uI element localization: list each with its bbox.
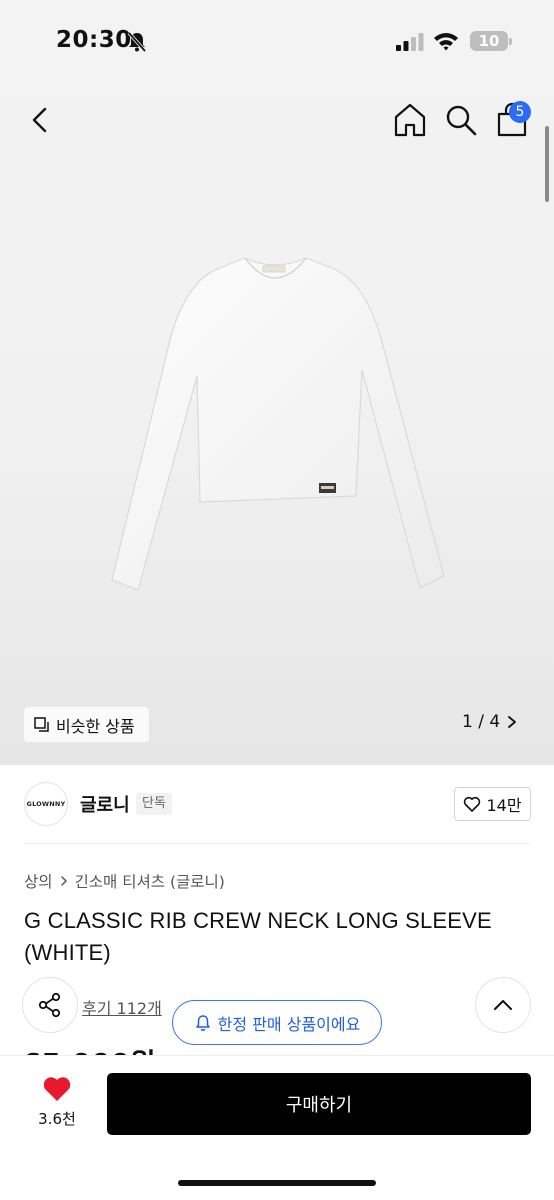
copy-icon [34, 716, 49, 732]
back-icon[interactable] [24, 104, 56, 136]
product-title: G CLASSIC RIB CREW NECK LONG SLEEVE (WHI… [24, 908, 492, 965]
limited-sale-notice[interactable]: 한정 판매 상품이에요 [172, 1000, 382, 1045]
battery-tip [509, 38, 512, 45]
breadcrumb: 상의 긴소매 티셔츠 (글로니) [24, 870, 225, 892]
signal-icon [396, 33, 424, 51]
similar-products-label: 비슷한 상품 [56, 716, 135, 736]
chevron-up-icon [494, 1000, 512, 1010]
cart-badge: 5 [509, 101, 531, 123]
chevron-right-icon [508, 716, 517, 728]
exclusive-badge: 단독 [136, 793, 172, 815]
share-button[interactable] [22, 977, 78, 1033]
limited-sale-label: 한정 판매 상품이에요 [217, 1014, 361, 1034]
product-price: 65,000원 [22, 1042, 156, 1056]
brand-like-count: 14만 [486, 796, 522, 815]
brand-name[interactable]: 글로니 [80, 791, 130, 817]
bell-slash-icon [127, 31, 147, 53]
wishlist-button[interactable]: 3.6천 [30, 1075, 84, 1129]
battery-icon: 10 [470, 31, 508, 51]
wifi-icon [434, 33, 458, 51]
brand-like-button[interactable]: 14만 [454, 787, 531, 821]
breadcrumb-subcategory[interactable]: 긴소매 티셔츠 (글로니) [75, 870, 225, 892]
status-bar: 20:30 10 [0, 0, 554, 84]
status-time: 20:30 [56, 27, 132, 53]
home-indicator [178, 1180, 376, 1186]
search-icon[interactable] [444, 103, 478, 137]
brand-logo[interactable]: GLOWNNY [24, 782, 68, 826]
scrollbar[interactable] [545, 126, 549, 202]
divider [24, 843, 530, 844]
share-icon [38, 992, 61, 1018]
similar-products-button[interactable]: 비슷한 상품 [24, 707, 149, 742]
brand-logo-text: GLOWNNY [26, 800, 66, 808]
gallery-counter[interactable]: 1 / 4 [462, 712, 518, 732]
buy-button[interactable]: 구매하기 [107, 1073, 531, 1135]
buy-button-label: 구매하기 [285, 1095, 353, 1116]
breadcrumb-category[interactable]: 상의 [24, 870, 53, 892]
bell-icon [195, 1014, 210, 1031]
heart-outline-icon [464, 796, 481, 812]
gallery-counter-label: 1 / 4 [462, 712, 501, 732]
heart-filled-icon [43, 1077, 71, 1101]
scroll-top-button[interactable] [475, 977, 531, 1033]
product-gallery[interactable]: 20:30 10 5 비슷한 상품 1 / 4 [0, 0, 554, 765]
reviews-link[interactable]: 후기 112개 [82, 995, 162, 1019]
battery-level: 10 [478, 32, 500, 50]
wishlist-count: 3.6천 [38, 1110, 76, 1128]
price-container: 65,000원 [0, 1040, 554, 1056]
home-icon[interactable] [392, 102, 428, 138]
product-image [111, 257, 445, 591]
chevron-right-icon [60, 876, 67, 886]
